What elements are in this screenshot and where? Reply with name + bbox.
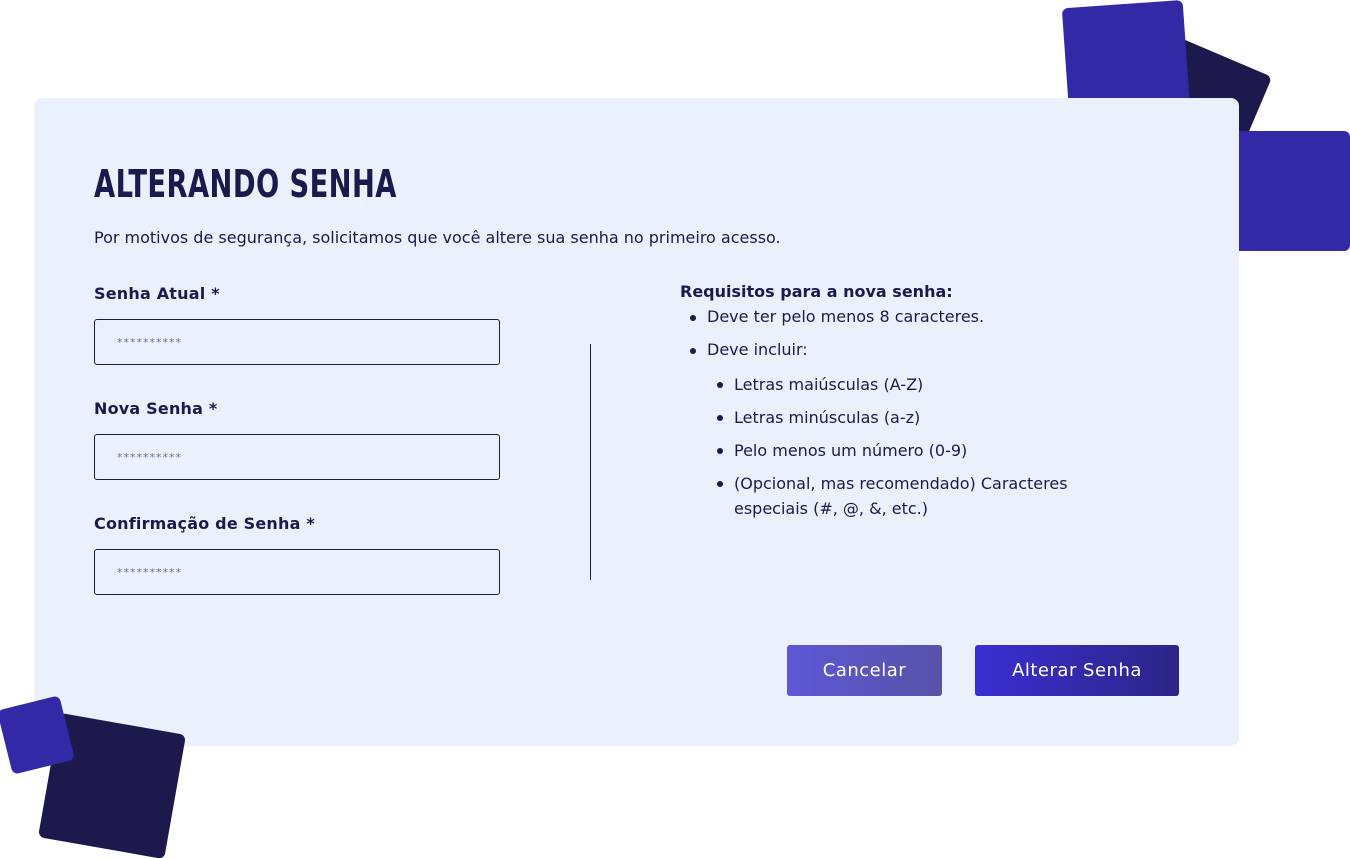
page-subtitle: Por motivos de segurança, solicitamos qu… [94, 228, 781, 247]
new-password-label: Nova Senha * [94, 399, 218, 418]
requirement-sub-item: Letras maiúsculas (A-Z) [707, 372, 1074, 397]
requirement-sub-item: Letras minúsculas (a-z) [707, 405, 1074, 430]
requirements-title: Requisitos para a nova senha: [680, 282, 953, 301]
vertical-divider [590, 344, 591, 580]
confirm-password-input[interactable] [94, 549, 500, 595]
requirement-sub-list: Letras maiúsculas (A-Z) Letras minúscula… [707, 372, 1100, 521]
decorative-square-blue [1230, 131, 1350, 251]
cancel-button[interactable]: Cancelar [787, 645, 942, 696]
requirement-sub-item: (Opcional, mas recomendado) Caracteres e… [707, 471, 1074, 521]
requirement-item: Deve ter pelo menos 8 caracteres. [680, 306, 1100, 328]
requirement-item: Deve incluir: Letras maiúsculas (A-Z) Le… [680, 339, 1100, 521]
confirm-password-label: Confirmação de Senha * [94, 514, 315, 533]
requirement-text: Deve ter pelo menos 8 caracteres. [707, 307, 985, 326]
current-password-input[interactable] [94, 319, 500, 365]
current-password-label: Senha Atual * [94, 284, 220, 303]
page-title: ALTERANDO SENHA [94, 162, 397, 206]
requirements-list: Deve ter pelo menos 8 caracteres. Deve i… [680, 306, 1100, 532]
new-password-input[interactable] [94, 434, 500, 480]
requirement-text: Deve incluir: [707, 340, 808, 359]
page: ALTERANDO SENHA Por motivos de segurança… [0, 0, 1350, 858]
requirement-sub-item: Pelo menos um número (0-9) [707, 438, 1074, 463]
change-password-button[interactable]: Alterar Senha [975, 645, 1179, 696]
